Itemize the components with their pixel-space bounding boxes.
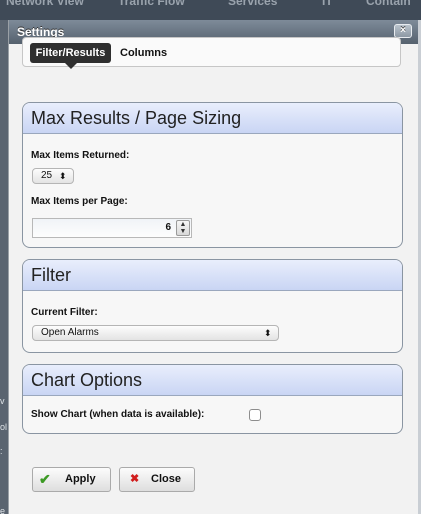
background-nav-bar: Network View Traffic Flow Services IT Co… — [0, 0, 421, 20]
bg-fragment: e — [0, 506, 6, 514]
background-left-strip: v ol : e — [0, 20, 8, 514]
current-filter-label: Current Filter: — [31, 307, 98, 318]
chevron-down-icon[interactable]: ▼ — [177, 228, 189, 235]
current-filter-select[interactable]: Open Alarms ⬍ — [32, 325, 279, 341]
checkmark-icon: ✔ — [39, 471, 51, 487]
select-arrows-icon: ⬍ — [264, 328, 272, 338]
max-items-per-page-label: Max Items per Page: — [31, 196, 128, 207]
tab-bar: Filter/Results Columns — [22, 37, 401, 69]
tab-filter-results[interactable]: Filter/Results — [30, 43, 111, 69]
max-items-per-page-field[interactable]: 6 ▲ ▼ — [32, 218, 192, 238]
close-button[interactable]: ✖ Close — [119, 467, 195, 492]
select-value: Open Alarms — [41, 327, 99, 338]
chevron-up-icon[interactable]: ▲ — [177, 221, 189, 228]
max-items-returned-select[interactable]: 25 ⬍ — [32, 168, 74, 184]
close-icon: ✖ — [130, 473, 140, 485]
bg-nav-item: Contain — [366, 0, 411, 8]
panel-heading: Chart Options — [23, 365, 402, 396]
show-chart-checkbox[interactable] — [249, 409, 261, 421]
stepper-arrows[interactable]: ▲ ▼ — [176, 220, 190, 236]
bg-fragment: v — [0, 396, 5, 406]
apply-label: Apply — [65, 473, 96, 485]
chart-options-panel: Chart Options Show Chart (when data is a… — [22, 364, 403, 434]
close-icon[interactable]: × — [394, 24, 412, 38]
bg-nav-item: Services — [228, 0, 278, 8]
apply-button[interactable]: ✔ Apply — [32, 467, 111, 492]
max-items-returned-label: Max Items Returned: — [31, 150, 130, 161]
tab-columns[interactable]: Columns — [120, 43, 167, 63]
select-arrows-icon: ⬍ — [59, 171, 67, 181]
panel-heading: Filter — [23, 260, 402, 291]
bg-nav-item: Network View — [6, 0, 84, 8]
stepper-value: 6 — [165, 222, 171, 233]
bg-nav-item: IT — [322, 0, 333, 8]
bg-fragment: : — [0, 446, 3, 456]
filter-panel: Filter Current Filter: Open Alarms ⬍ — [22, 259, 403, 353]
max-results-panel: Max Results / Page Sizing Max Items Retu… — [22, 102, 403, 248]
bg-fragment: ol — [0, 422, 8, 432]
select-value: 25 — [41, 170, 53, 181]
panel-heading: Max Results / Page Sizing — [23, 103, 402, 134]
bg-nav-item: Traffic Flow — [118, 0, 185, 8]
close-label: Close — [151, 473, 181, 485]
show-chart-label: Show Chart (when data is available): — [31, 409, 205, 420]
